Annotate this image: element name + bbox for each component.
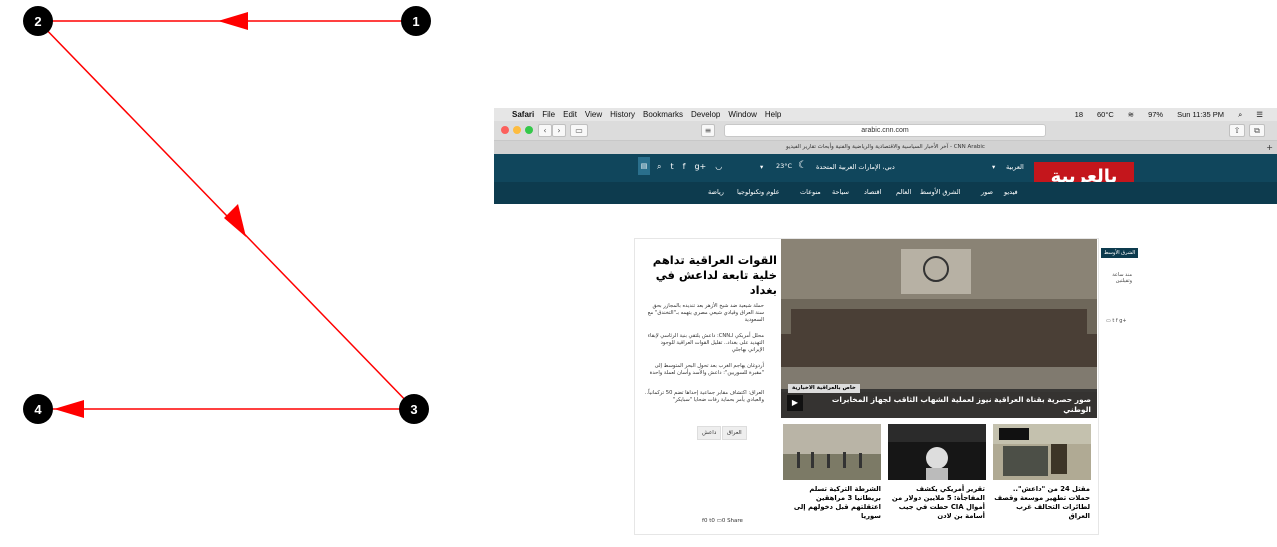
bullet-1[interactable]: حملة شيعية ضد شيخ الأزهر بعد تنديده بالم… bbox=[644, 303, 764, 324]
edition-selector[interactable]: العربية bbox=[1006, 163, 1024, 171]
bullet-3[interactable]: أردوغان يهاجم الغرب بعد تحول البحر المتو… bbox=[644, 363, 764, 377]
hero-title[interactable]: صور حصرية بقناة العراقية نيوز لعملية الش… bbox=[821, 395, 1091, 415]
article-headline[interactable]: القوات العراقية تداهم خلية تابعة لداعش ف… bbox=[639, 253, 777, 298]
node-1: 1 bbox=[401, 6, 431, 36]
nav-economy[interactable]: اقتصاد bbox=[864, 188, 881, 196]
back-button[interactable]: ‹ bbox=[538, 124, 552, 137]
googleplus-icon[interactable]: g+ bbox=[694, 162, 706, 172]
thumb-title-2[interactable]: تقرير أمريكي يكشف المفاجأة: 5 ملايين دول… bbox=[889, 485, 985, 521]
thumb-title-3[interactable]: الشرطة التركية تسلم بريطانيا 3 مراهقين ا… bbox=[785, 485, 881, 521]
edition-dropdown-icon[interactable]: ▾ bbox=[992, 163, 995, 171]
hero-image[interactable]: ▶ خاص بالعراقية الاخبارية صور حصرية بقنا… bbox=[781, 239, 1097, 418]
comment-count: 0 bbox=[721, 518, 726, 524]
svg-text:2: 2 bbox=[34, 14, 41, 29]
temperature: 23°C bbox=[776, 162, 793, 170]
share-bar: f0 t0 ▭0 Share bbox=[702, 518, 743, 524]
node-2: 2 bbox=[23, 6, 53, 36]
node-4: 4 bbox=[23, 394, 53, 424]
menu-list-icon[interactable]: ☰ bbox=[1256, 110, 1263, 119]
battery-status[interactable]: 97% bbox=[1148, 110, 1163, 119]
site-header: ▤ ⌕ t f g+ ◡ ▾ 23°C ☾ دبي، الإمارات العر… bbox=[494, 154, 1277, 204]
close-window-icon[interactable] bbox=[501, 126, 509, 134]
sidebar-toggle-button[interactable]: ▭ bbox=[570, 124, 588, 137]
svg-text:4: 4 bbox=[34, 402, 42, 417]
location[interactable]: دبي، الإمارات العربية المتحدة bbox=[816, 163, 895, 171]
nav-photos[interactable]: صور bbox=[981, 188, 993, 196]
sidebar-text: منذ ساعة وثقيلتين bbox=[1112, 272, 1132, 284]
bullet-2[interactable]: محلل أمريكي لـCNN: داعش يلتقي بنية الرئا… bbox=[644, 333, 764, 354]
mac-menubar: Safari File Edit View History Bookmarks … bbox=[494, 108, 1277, 121]
node-3: 3 bbox=[399, 394, 429, 424]
facebook-share-count: 0 bbox=[703, 518, 708, 524]
edge-2-3 bbox=[37, 20, 415, 410]
tag-iraq[interactable]: العراق bbox=[722, 426, 747, 440]
spotlight-icon[interactable]: ⌕ bbox=[1238, 110, 1242, 120]
menu-bookmarks[interactable]: Bookmarks bbox=[643, 110, 683, 119]
new-tab-icon[interactable]: + bbox=[1266, 141, 1273, 154]
tab-title[interactable]: آخر الأخبار السياسية والاقتصادية والرياض… bbox=[786, 144, 985, 150]
share-button[interactable]: ⇧ bbox=[1229, 124, 1245, 137]
tab-bar: آخر الأخبار السياسية والاقتصادية والرياض… bbox=[494, 141, 1277, 155]
share-button[interactable]: Share bbox=[727, 518, 743, 524]
twitter-icon[interactable]: t bbox=[670, 162, 673, 172]
svg-text:1: 1 bbox=[412, 14, 419, 29]
menu-icon[interactable]: ▤ bbox=[638, 157, 650, 175]
facebook-icon[interactable]: f bbox=[683, 162, 686, 172]
sidebar-share-icons[interactable]: ▭ t f g+ bbox=[1106, 318, 1127, 324]
reader-icon[interactable]: ≡ bbox=[701, 124, 715, 137]
menu-edit[interactable]: Edit bbox=[563, 110, 577, 119]
tabs-button[interactable]: ⧉ bbox=[1249, 124, 1265, 137]
nav-video[interactable]: فيديو bbox=[1004, 188, 1018, 196]
sidebar-tag[interactable]: الشرق الأوسط bbox=[1101, 248, 1139, 258]
svg-text:3: 3 bbox=[410, 402, 417, 417]
twitter-share-count: 0 bbox=[711, 518, 715, 524]
zoom-window-icon[interactable] bbox=[525, 126, 533, 134]
thumb-image-1[interactable] bbox=[993, 424, 1091, 480]
menu-history[interactable]: History bbox=[610, 110, 635, 119]
status-counter[interactable]: 18 bbox=[1075, 110, 1083, 119]
menu-file[interactable]: File bbox=[542, 110, 555, 119]
header-top-bar: ▤ ⌕ t f g+ ◡ ▾ 23°C ☾ دبي، الإمارات العر… bbox=[494, 154, 1277, 192]
address-bar[interactable]: arabic.cnn.com bbox=[724, 124, 1046, 137]
clock[interactable]: Sun 11:35 PM bbox=[1177, 110, 1224, 119]
browser-screenshot: Safari File Edit View History Bookmarks … bbox=[494, 108, 1277, 547]
moon-icon: ☾ bbox=[798, 160, 807, 171]
menu-app-safari[interactable]: Safari bbox=[512, 110, 534, 119]
nav-misc[interactable]: منوعات bbox=[800, 188, 821, 196]
nav-world[interactable]: العالم bbox=[896, 188, 911, 196]
thumb-image-2[interactable] bbox=[888, 424, 986, 480]
edge-2-3-arrow bbox=[224, 204, 246, 237]
menu-window[interactable]: Window bbox=[728, 110, 756, 119]
edge-3-4-arrow bbox=[54, 400, 84, 418]
forward-button[interactable]: › bbox=[552, 124, 566, 137]
browser-toolbar: ‹ › ▭ ≡ arabic.cnn.com ⇧ ⧉ bbox=[494, 121, 1277, 141]
status-temperature[interactable]: 60°C bbox=[1097, 110, 1114, 119]
nav-tourism[interactable]: سياحة bbox=[832, 188, 849, 196]
hero-badge: خاص بالعراقية الاخبارية bbox=[788, 384, 860, 393]
menu-develop[interactable]: Develop bbox=[691, 110, 720, 119]
bullet-4[interactable]: العراق: اكتشاف مقابر جماعية إحداها تضم 5… bbox=[644, 390, 764, 404]
weather-dropdown-icon[interactable]: ▾ bbox=[760, 163, 763, 171]
tag-isis[interactable]: داعش bbox=[697, 426, 722, 440]
search-icon[interactable]: ⌕ bbox=[657, 162, 661, 172]
flow-diagram: 1 2 3 4 bbox=[23, 6, 431, 424]
nav-sports[interactable]: رياضة bbox=[708, 188, 724, 196]
minimize-window-icon[interactable] bbox=[513, 126, 521, 134]
menu-view[interactable]: View bbox=[585, 110, 602, 119]
thumb-image-3[interactable] bbox=[783, 424, 881, 480]
edge-1-2-arrow bbox=[218, 12, 248, 30]
nav-science[interactable]: علوم وتكنولوجيا bbox=[737, 188, 780, 196]
rss-icon[interactable]: ◡ bbox=[715, 162, 722, 172]
nav-middle-east[interactable]: الشرق الأوسط bbox=[920, 188, 961, 196]
social-icons: ⌕ t f g+ ◡ bbox=[657, 162, 722, 172]
thumb-title-1[interactable]: مقتل 24 من "داعش".. حملات تطهير موسعة وق… bbox=[994, 485, 1090, 521]
wifi-icon[interactable]: ≋ bbox=[1128, 110, 1134, 119]
play-icon[interactable]: ▶ bbox=[787, 395, 803, 411]
menu-help[interactable]: Help bbox=[765, 110, 781, 119]
main-nav: رياضة علوم وتكنولوجيا منوعات سياحة اقتصا… bbox=[494, 182, 1277, 204]
